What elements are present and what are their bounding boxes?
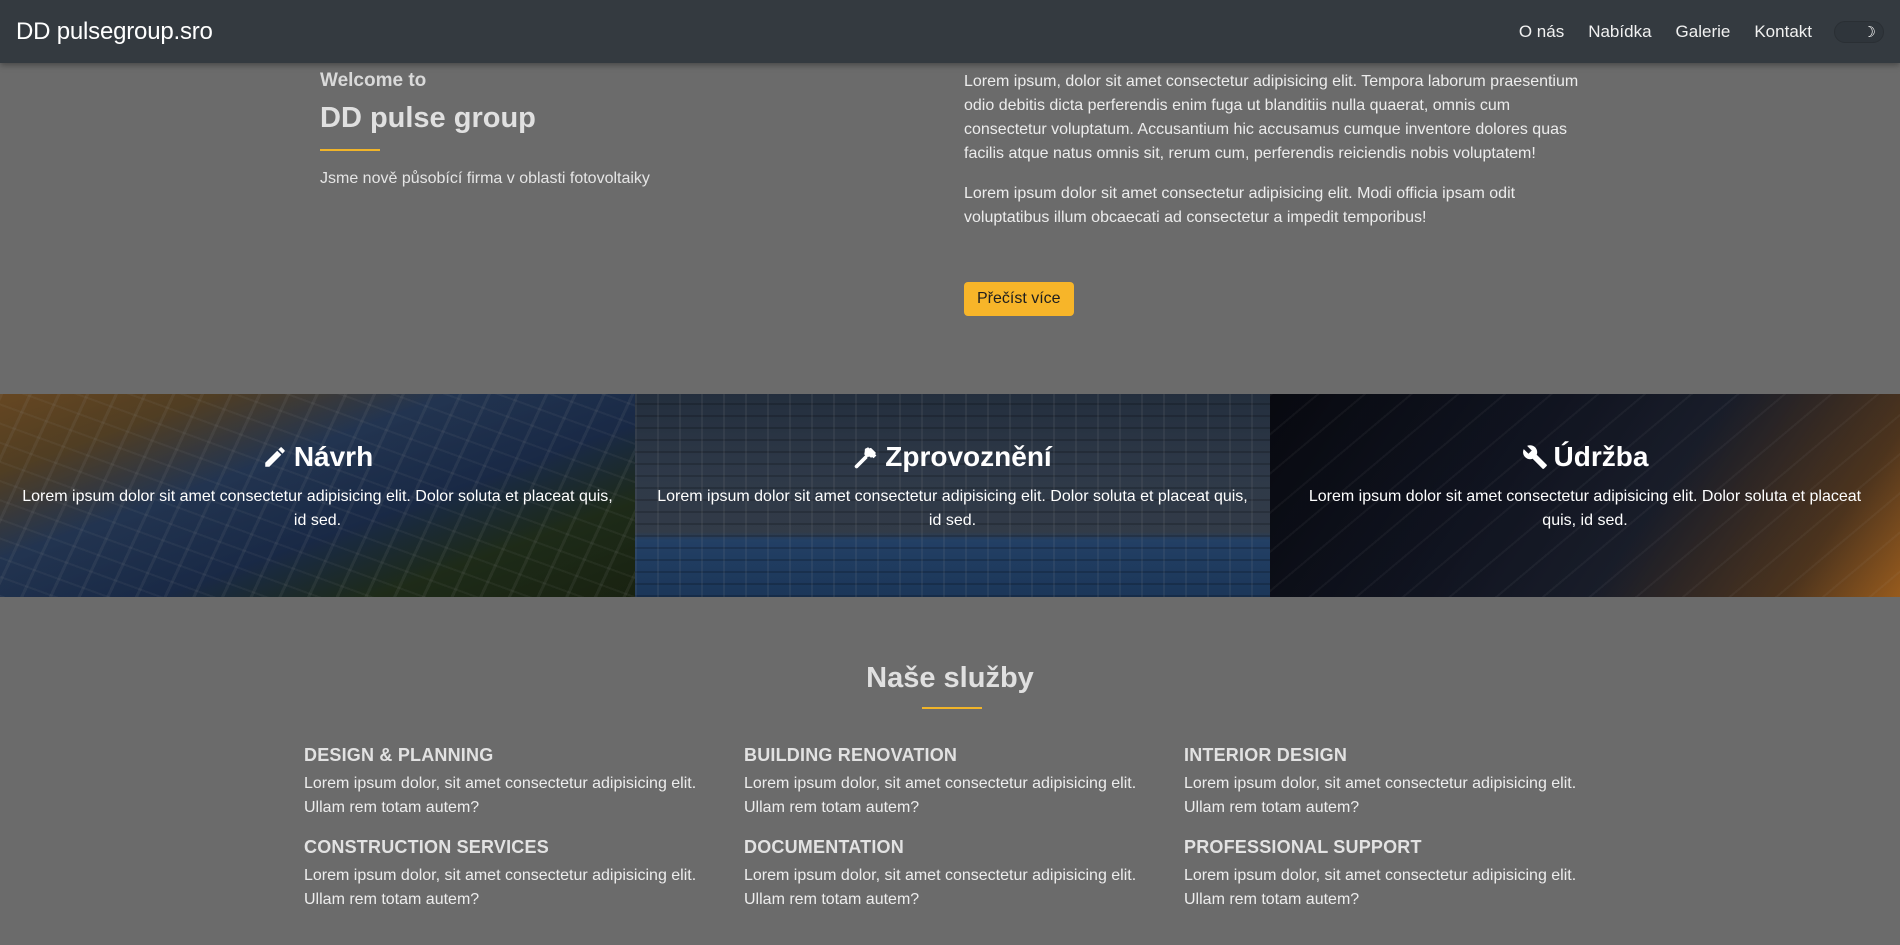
service-title: CONSTRUCTION SERVICES bbox=[304, 837, 549, 857]
service-text: Lorem ipsum dolor, sit amet consectetur … bbox=[1184, 775, 1577, 816]
service-item: BUILDING RENOVATION Lorem ipsum dolor, s… bbox=[744, 745, 1184, 820]
title-underline bbox=[320, 149, 380, 151]
moon-icon: ☽ bbox=[1862, 23, 1876, 41]
welcome-text: Welcome to bbox=[320, 70, 427, 91]
service-title: BUILDING RENOVATION bbox=[744, 745, 958, 765]
service-item: CONSTRUCTION SERVICES Lorem ipsum dolor,… bbox=[304, 837, 744, 912]
service-text: Lorem ipsum dolor, sit amet consectetur … bbox=[304, 775, 697, 816]
about-intro: Welcome to DD pulse group Jsme nově půso… bbox=[320, 70, 840, 188]
service-title: PROFESSIONAL SUPPORT bbox=[1184, 837, 1422, 857]
feature-card-udrzba: Údržba Lorem ipsum dolor sit amet consec… bbox=[1270, 394, 1900, 597]
service-item: DESIGN & PLANNING Lorem ipsum dolor, sit… bbox=[304, 745, 744, 820]
nav-menu: O nás Nabídka Galerie Kontakt ☽ bbox=[1495, 20, 1884, 43]
service-title: INTERIOR DESIGN bbox=[1184, 745, 1348, 765]
feature-text: Lorem ipsum dolor sit amet consectetur a… bbox=[1308, 488, 1862, 529]
read-more-button[interactable]: Přečíst více bbox=[964, 282, 1074, 316]
services-underline bbox=[922, 707, 982, 709]
service-text: Lorem ipsum dolor, sit amet consectetur … bbox=[744, 867, 1137, 908]
feature-title: Údržba bbox=[1553, 441, 1649, 472]
service-text: Lorem ipsum dolor, sit amet consectetur … bbox=[1184, 867, 1577, 908]
wrench-icon bbox=[1522, 445, 1547, 469]
hammer-icon bbox=[854, 447, 877, 469]
services-grid: DESIGN & PLANNING Lorem ipsum dolor, sit… bbox=[304, 745, 1604, 912]
navbar: DD pulsegroup.sro O nás Nabídka Galerie … bbox=[0, 0, 1900, 63]
feature-card-zprovozneni: Zprovoznění Lorem ipsum dolor sit amet c… bbox=[635, 394, 1270, 597]
service-item: DOCUMENTATION Lorem ipsum dolor, sit ame… bbox=[744, 837, 1184, 912]
pencil-icon bbox=[265, 447, 285, 467]
company-tagline: Jsme nově působící firma v oblasti fotov… bbox=[320, 170, 650, 187]
feature-text: Lorem ipsum dolor sit amet consectetur a… bbox=[22, 488, 613, 529]
company-title: DD pulse group bbox=[320, 102, 536, 134]
feature-text: Lorem ipsum dolor sit amet consectetur a… bbox=[657, 488, 1248, 529]
feature-banners: Návrh Lorem ipsum dolor sit amet consect… bbox=[0, 394, 1900, 597]
services-heading: Naše služby bbox=[866, 662, 1034, 694]
nav-link-nabidka[interactable]: Nabídka bbox=[1588, 22, 1651, 42]
nav-link-galerie[interactable]: Galerie bbox=[1676, 22, 1731, 42]
service-title: DESIGN & PLANNING bbox=[304, 745, 494, 765]
nav-link-o-nas[interactable]: O nás bbox=[1519, 22, 1564, 42]
service-item: PROFESSIONAL SUPPORT Lorem ipsum dolor, … bbox=[1184, 837, 1604, 912]
about-paragraph-2: Lorem ipsum dolor sit amet consectetur a… bbox=[964, 185, 1516, 226]
feature-card-navrh: Návrh Lorem ipsum dolor sit amet consect… bbox=[0, 394, 635, 597]
service-item: INTERIOR DESIGN Lorem ipsum dolor, sit a… bbox=[1184, 745, 1604, 820]
service-title: DOCUMENTATION bbox=[744, 837, 904, 857]
service-text: Lorem ipsum dolor, sit amet consectetur … bbox=[304, 867, 697, 908]
about-description: Lorem ipsum, dolor sit amet consectetur … bbox=[964, 70, 1589, 316]
theme-toggle[interactable]: ☽ bbox=[1834, 20, 1884, 43]
nav-link-kontakt[interactable]: Kontakt bbox=[1754, 22, 1812, 42]
feature-title: Návrh bbox=[293, 441, 374, 472]
about-paragraph-1: Lorem ipsum, dolor sit amet consectetur … bbox=[964, 73, 1579, 162]
service-text: Lorem ipsum dolor, sit amet consectetur … bbox=[744, 775, 1137, 816]
brand-logo[interactable]: DD pulsegroup.sro bbox=[16, 18, 213, 46]
feature-title: Zprovoznění bbox=[885, 441, 1052, 472]
